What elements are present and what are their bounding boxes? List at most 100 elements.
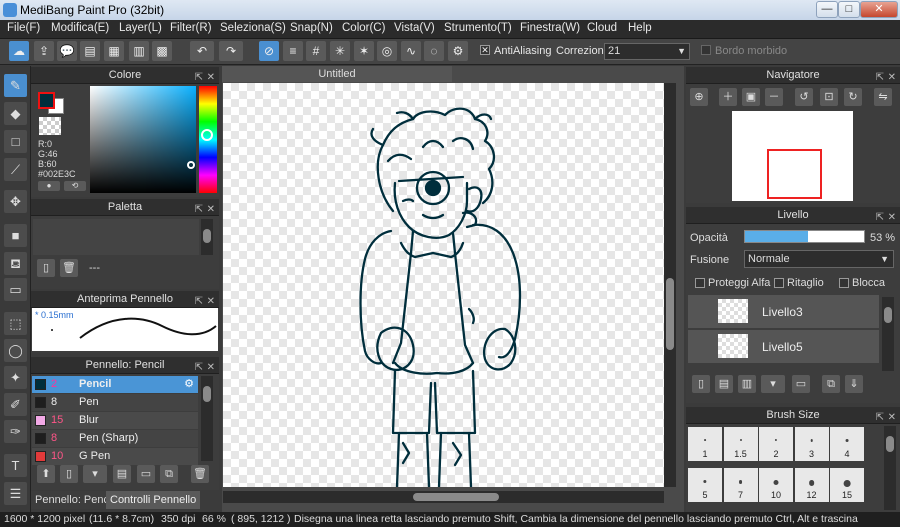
eraser-tool-icon[interactable]: ◆ — [4, 102, 27, 125]
zoom-out-icon[interactable]: － — [765, 88, 783, 106]
ritaglio-checkbox[interactable] — [774, 278, 784, 288]
blocca-checkbox[interactable] — [839, 278, 849, 288]
brush-list-scrollbar[interactable] — [201, 376, 213, 461]
rotate-reset-icon[interactable]: ⊡ — [820, 88, 838, 106]
undock-icon[interactable]: ⇱ — [195, 69, 203, 86]
duplicate-icon[interactable]: ⧉ — [822, 375, 840, 393]
close-icon[interactable]: ✕ — [888, 209, 896, 226]
cloud-icon[interactable]: ☁ — [9, 41, 29, 61]
brush-item[interactable]: 2 Pencil ⚙ — [32, 376, 198, 393]
menu-layer[interactable]: Layer(L) — [119, 22, 162, 34]
brush-item[interactable]: 8 Pen (Sharp) — [32, 430, 198, 447]
brush-size-cell[interactable]: 5 — [688, 468, 722, 502]
brush-tool-icon[interactable]: ✎ — [4, 74, 27, 97]
radial-snap-icon[interactable]: ✳ — [330, 41, 350, 61]
canvas-vertical-scrollbar[interactable] — [664, 83, 676, 487]
brush-size-cell[interactable]: 15 — [830, 468, 864, 502]
close-button[interactable]: ✕ — [860, 1, 898, 18]
bucket-tool-icon[interactable]: ⛾ — [4, 252, 27, 275]
antialiasing-checkbox[interactable]: ✕ — [480, 45, 490, 55]
tab-pennello[interactable]: Pennello: Pencil — [31, 491, 118, 509]
trash-icon[interactable]: 🗑 — [60, 259, 78, 277]
brush-size-cell[interactable]: 7 — [723, 468, 758, 502]
document-tab[interactable]: Untitled — [222, 66, 452, 82]
brush-item[interactable]: 15 Blur — [32, 412, 198, 429]
comment-icon[interactable]: 💬 — [57, 41, 77, 61]
menu-cloud[interactable]: Cloud — [587, 22, 617, 34]
menu-filter[interactable]: Filter(R) — [170, 22, 212, 34]
brush-size-cell[interactable]: 10 — [759, 468, 793, 502]
fill-rect-tool-icon[interactable]: ■ — [4, 224, 27, 247]
select-pen-icon[interactable]: ✐ — [4, 393, 27, 416]
redo-button[interactable]: ↷ — [219, 41, 243, 61]
trash-icon[interactable]: 🗑 — [191, 465, 209, 483]
menu-snap[interactable]: Snap(N) — [290, 22, 333, 34]
opacity-slider[interactable] — [744, 230, 865, 243]
zoom-in-icon[interactable]: ＋ — [719, 88, 737, 106]
brush-size-cell[interactable]: 4 — [830, 427, 864, 461]
proteggi-alfa-checkbox[interactable] — [695, 278, 705, 288]
brush-size-cell[interactable]: 2 — [759, 427, 793, 461]
drawing-canvas[interactable] — [223, 83, 664, 487]
parallel-snap-icon[interactable]: ≡ — [283, 41, 303, 61]
menu-vista[interactable]: Vista(V) — [394, 22, 435, 34]
layer-list-scrollbar[interactable] — [882, 297, 894, 371]
merge-down-icon[interactable]: ⇓ — [845, 375, 863, 393]
duplicate-icon[interactable]: ⧉ — [160, 465, 178, 483]
palette-area[interactable] — [33, 219, 199, 255]
fg-color-swatch[interactable] — [38, 92, 55, 109]
brush-new-icon[interactable]: ▯ — [60, 465, 78, 483]
grid-snap-icon[interactable]: # — [306, 41, 326, 61]
new-halftone-layer-icon[interactable]: ▤ — [715, 375, 733, 393]
text-tool-icon[interactable]: T — [4, 454, 27, 477]
layer-type-menu-icon[interactable]: ▾ — [761, 375, 785, 393]
new-palette-icon[interactable]: ▯ — [37, 259, 55, 277]
operation-tool-icon[interactable]: ☰ — [4, 482, 27, 505]
fusione-select[interactable]: Normale ▼ — [744, 250, 894, 268]
brush-copy-icon[interactable]: ▤ — [113, 465, 131, 483]
brush-add-icon[interactable]: ⬆ — [37, 465, 55, 483]
brush-settings-icon[interactable]: ⚙ — [184, 376, 194, 393]
page-icon[interactable]: ▥ — [129, 41, 149, 61]
menu-color[interactable]: Color(C) — [342, 22, 385, 34]
brush-item[interactable]: 8 Pen — [32, 394, 198, 411]
folder-icon[interactable]: ▭ — [792, 375, 810, 393]
move-tool-icon[interactable]: ✥ — [4, 190, 27, 213]
perspective-snap-icon[interactable]: ✶ — [354, 41, 374, 61]
folder-icon[interactable]: ▭ — [137, 465, 155, 483]
menu-strumento[interactable]: Strumento(T) — [444, 22, 512, 34]
menu-seleziona[interactable]: Seleziona(S) — [220, 22, 286, 34]
undock-icon[interactable]: ⇱ — [876, 409, 884, 426]
line-tool-icon[interactable]: ⟋ — [4, 158, 27, 181]
undock-icon[interactable]: ⇱ — [876, 209, 884, 226]
canvas-horizontal-scrollbar[interactable] — [223, 491, 664, 503]
menu-file[interactable]: File(F) — [7, 22, 40, 34]
brush-size-scrollbar[interactable] — [884, 426, 896, 510]
rectangle-tool-icon[interactable]: □ — [4, 130, 27, 153]
bordo-morbido-checkbox[interactable] — [701, 45, 711, 55]
undock-icon[interactable]: ⇱ — [195, 359, 203, 376]
menu-modifica[interactable]: Modifica(E) — [51, 22, 109, 34]
brush-size-cell[interactable]: 1.5 — [723, 427, 758, 461]
lasso-icon[interactable]: ◯ — [4, 339, 27, 362]
team-icon[interactable]: ▤ — [80, 41, 100, 61]
rotate-left-icon[interactable]: ↺ — [795, 88, 813, 106]
minimize-button[interactable]: — — [816, 1, 838, 18]
maximize-button[interactable]: □ — [838, 1, 860, 18]
flip-horizontal-icon[interactable]: ⇋ — [874, 88, 892, 106]
menu-finestra[interactable]: Finestra(W) — [520, 22, 580, 34]
layout-icon[interactable]: ▦ — [104, 41, 124, 61]
brush-size-cell[interactable]: 3 — [794, 427, 829, 461]
zoom-fit-icon[interactable]: ⊕ — [690, 88, 708, 106]
close-icon[interactable]: ✕ — [207, 69, 215, 86]
brush-type-icon[interactable]: ▾ — [83, 465, 107, 483]
curve-snap-icon[interactable]: ∿ — [401, 41, 421, 61]
snap-off-icon[interactable]: ⊘ — [259, 41, 279, 61]
close-icon[interactable]: ✕ — [888, 69, 896, 86]
close-icon[interactable]: ✕ — [207, 201, 215, 218]
saturation-value-picker[interactable] — [90, 86, 196, 193]
navigator-viewport[interactable] — [767, 149, 822, 199]
grid-panel-icon[interactable]: ▩ — [152, 41, 172, 61]
close-icon[interactable]: ✕ — [207, 359, 215, 376]
undo-button[interactable]: ↶ — [190, 41, 214, 61]
